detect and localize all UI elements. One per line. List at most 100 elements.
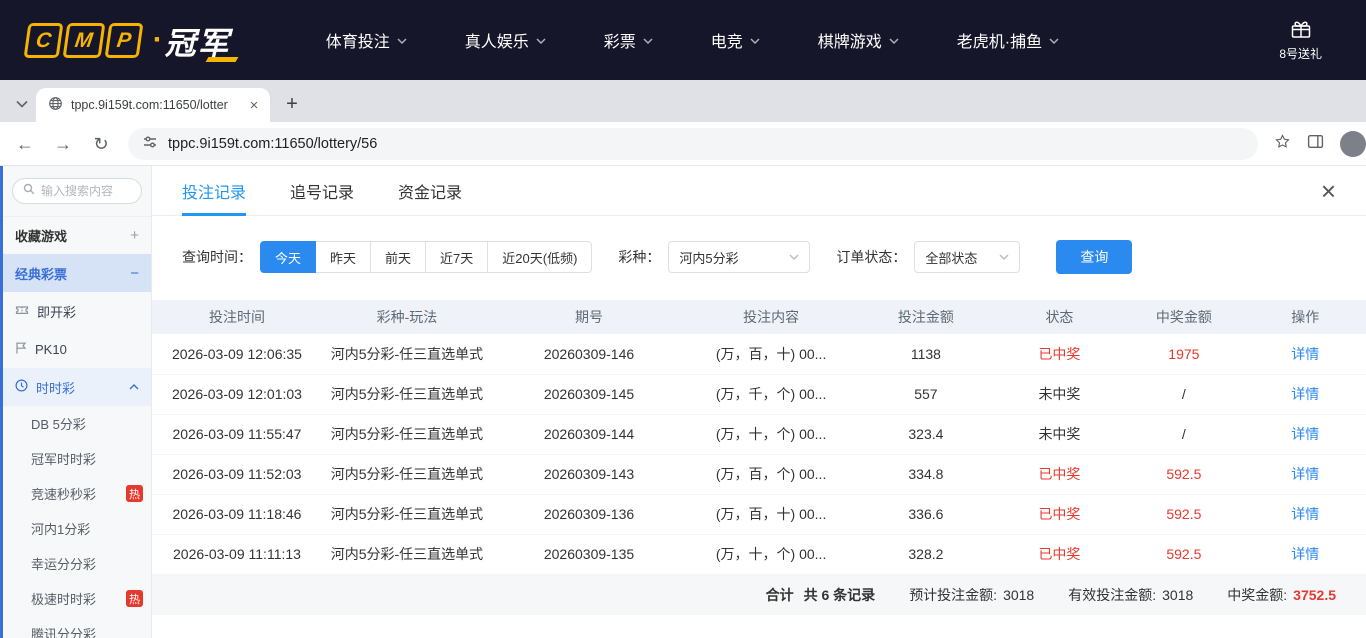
prize-amount-cell: /: [1123, 414, 1244, 454]
prize-amount-cell: /: [1123, 374, 1244, 414]
detail-link[interactable]: 详情: [1245, 414, 1366, 454]
bet-content-cell: (万，百，个) 00...: [686, 454, 856, 494]
record-tabs: 投注记录 追号记录 资金记录 ×: [152, 166, 1366, 216]
col-header-actions: 操作: [1245, 300, 1366, 334]
sidebar-item-xingyun-ffc[interactable]: 幸运分分彩: [3, 546, 151, 581]
tab-fund-records[interactable]: 资金记录: [398, 166, 462, 215]
sidebar-item-ssc[interactable]: 时时彩: [3, 368, 151, 406]
plus-icon[interactable]: +: [130, 227, 139, 244]
nav-item-board-games[interactable]: 棋牌游戏: [818, 28, 899, 52]
chevron-down-icon: [1049, 31, 1059, 49]
instant-lottery-icon: [15, 304, 29, 319]
chevron-down-icon: [536, 31, 546, 49]
sidebar-item-guanjun-ssc[interactable]: 冠军时时彩: [3, 441, 151, 476]
chevron-down-icon: [750, 31, 760, 49]
time-option-7days[interactable]: 近7天: [425, 241, 488, 273]
sidebar-item-tengxun-ffc[interactable]: 腾讯分分彩: [3, 616, 151, 638]
profile-avatar[interactable]: [1340, 131, 1366, 157]
bet-amount-cell: 1138: [856, 334, 996, 374]
reload-button[interactable]: ↻: [90, 135, 112, 153]
summary-expected-label: 预计投注金额:: [909, 585, 997, 605]
nav-item-label: 老虎机·捕鱼: [957, 28, 1042, 52]
status-cell: 已中奖: [996, 334, 1123, 374]
status-cell: 未中奖: [996, 414, 1123, 454]
tab-close-icon[interactable]: ×: [246, 97, 262, 114]
sidebar-item-label: 即开彩: [37, 302, 76, 321]
table-header-row: 投注时间 彩种-玩法 期号 投注内容 投注金额 状态 中奖金额 操作: [152, 300, 1366, 334]
sidebar-item-jisu-ssc[interactable]: 极速时时彩 热: [3, 581, 151, 616]
site-settings-icon[interactable]: [142, 134, 158, 154]
address-bar[interactable]: tppc.9i159t.com:11650/lottery/56: [128, 128, 1258, 160]
nav-item-lottery[interactable]: 彩票: [604, 28, 653, 52]
detail-link[interactable]: 详情: [1245, 454, 1366, 494]
forward-button[interactable]: →: [52, 135, 74, 153]
nav-item-live-casino[interactable]: 真人娱乐: [465, 28, 546, 52]
bookmark-star-icon[interactable]: [1274, 133, 1291, 155]
summary-expected-value: 3018: [1003, 587, 1034, 603]
sidebar-group-favorites[interactable]: 收藏游戏 +: [3, 216, 151, 254]
sidebar-search-box[interactable]: [12, 178, 142, 204]
sidebar-item-pk10[interactable]: PK10: [3, 330, 151, 368]
nav-item-sports[interactable]: 体育投注: [326, 28, 407, 52]
url-text: tppc.9i159t.com:11650/lottery/56: [168, 136, 377, 152]
close-icon[interactable]: ×: [1321, 178, 1336, 204]
bet-content-cell: (万，百，十) 00...: [686, 494, 856, 534]
bet-content-cell: (万，十，个) 00...: [686, 414, 856, 454]
new-tab-button[interactable]: +: [278, 90, 306, 118]
summary-valid-label: 有效投注金额:: [1068, 585, 1156, 605]
minus-icon[interactable]: −: [130, 265, 139, 282]
bet-amount-cell: 334.8: [856, 454, 996, 494]
globe-favicon-icon: [48, 96, 63, 114]
gift-promo-button[interactable]: 8号送礼: [1279, 19, 1322, 62]
group-label: 收藏游戏: [15, 226, 67, 245]
site-header: C M P · 冠军 体育投注 真人娱乐 彩票 电竞: [0, 0, 1366, 80]
gift-label: 8号送礼: [1279, 45, 1322, 62]
sidebar-group-classic-lottery[interactable]: 经典彩票 −: [3, 254, 151, 292]
nav-item-esports[interactable]: 电竞: [711, 28, 760, 52]
sidebar: 收藏游戏 + 经典彩票 − 即开彩 PK10: [0, 166, 152, 638]
table-row: 2026-03-09 11:18:46 河内5分彩-任三直选单式 2026030…: [152, 494, 1366, 534]
col-header-bet-amount: 投注金额: [856, 300, 996, 334]
detail-link[interactable]: 详情: [1245, 534, 1366, 574]
detail-link[interactable]: 详情: [1245, 374, 1366, 414]
summary-prize-label: 中奖金额:: [1227, 585, 1287, 605]
detail-link[interactable]: 详情: [1245, 494, 1366, 534]
sidebar-item-henei-1fc[interactable]: 河内1分彩: [3, 511, 151, 546]
logo-letter: C: [24, 23, 64, 58]
browser-tab[interactable]: tppc.9i159t.com:11650/lotter ×: [36, 88, 270, 122]
browser-toolbar: ← → ↻ tppc.9i159t.com:11650/lottery/56: [0, 122, 1366, 166]
tab-bet-records[interactable]: 投注记录: [182, 166, 246, 215]
sidebar-item-label: 竞速秒秒彩: [31, 484, 96, 503]
time-option-yesterday[interactable]: 昨天: [315, 241, 371, 273]
bet-amount-cell: 323.4: [856, 414, 996, 454]
order-status-select[interactable]: 全部状态: [914, 241, 1020, 273]
status-cell: 已中奖: [996, 494, 1123, 534]
tab-chase-records[interactable]: 追号记录: [290, 166, 354, 215]
query-button[interactable]: 查询: [1056, 240, 1132, 274]
site-logo[interactable]: C M P · 冠军: [26, 18, 231, 63]
time-option-20days[interactable]: 近20天(低频): [487, 241, 592, 273]
back-button[interactable]: ←: [14, 135, 36, 153]
bet-time-cell: 2026-03-09 12:01:03: [152, 374, 322, 414]
lottery-select[interactable]: 河内5分彩: [668, 241, 810, 273]
sidebar-item-label: PK10: [35, 342, 67, 357]
sidebar-item-jingsu-miaomiaocai[interactable]: 竞速秒秒彩 热: [3, 476, 151, 511]
table-row: 2026-03-09 12:06:35 河内5分彩-任三直选单式 2026030…: [152, 334, 1366, 374]
bet-time-cell: 2026-03-09 11:52:03: [152, 454, 322, 494]
nav-item-slots-fishing[interactable]: 老虎机·捕鱼: [957, 28, 1059, 52]
search-input[interactable]: [41, 184, 131, 198]
side-panel-icon[interactable]: [1307, 133, 1324, 155]
tab-search-button[interactable]: [8, 90, 36, 118]
time-option-today[interactable]: 今天: [260, 241, 316, 273]
lottery-select-value: 河内5分彩: [679, 248, 738, 267]
detail-link[interactable]: 详情: [1245, 334, 1366, 374]
summary-valid-value: 3018: [1162, 587, 1193, 603]
time-option-day-before[interactable]: 前天: [370, 241, 426, 273]
sidebar-item-label: 极速时时彩: [31, 589, 96, 608]
nav-item-label: 真人娱乐: [465, 28, 529, 52]
sidebar-item-instant-lottery[interactable]: 即开彩: [3, 292, 151, 330]
col-header-game-play: 彩种-玩法: [322, 300, 492, 334]
lottery-filter-label: 彩种：: [618, 247, 660, 267]
sidebar-item-db-5fc[interactable]: DB 5分彩: [3, 406, 151, 441]
col-header-prize-amount: 中奖金额: [1123, 300, 1244, 334]
